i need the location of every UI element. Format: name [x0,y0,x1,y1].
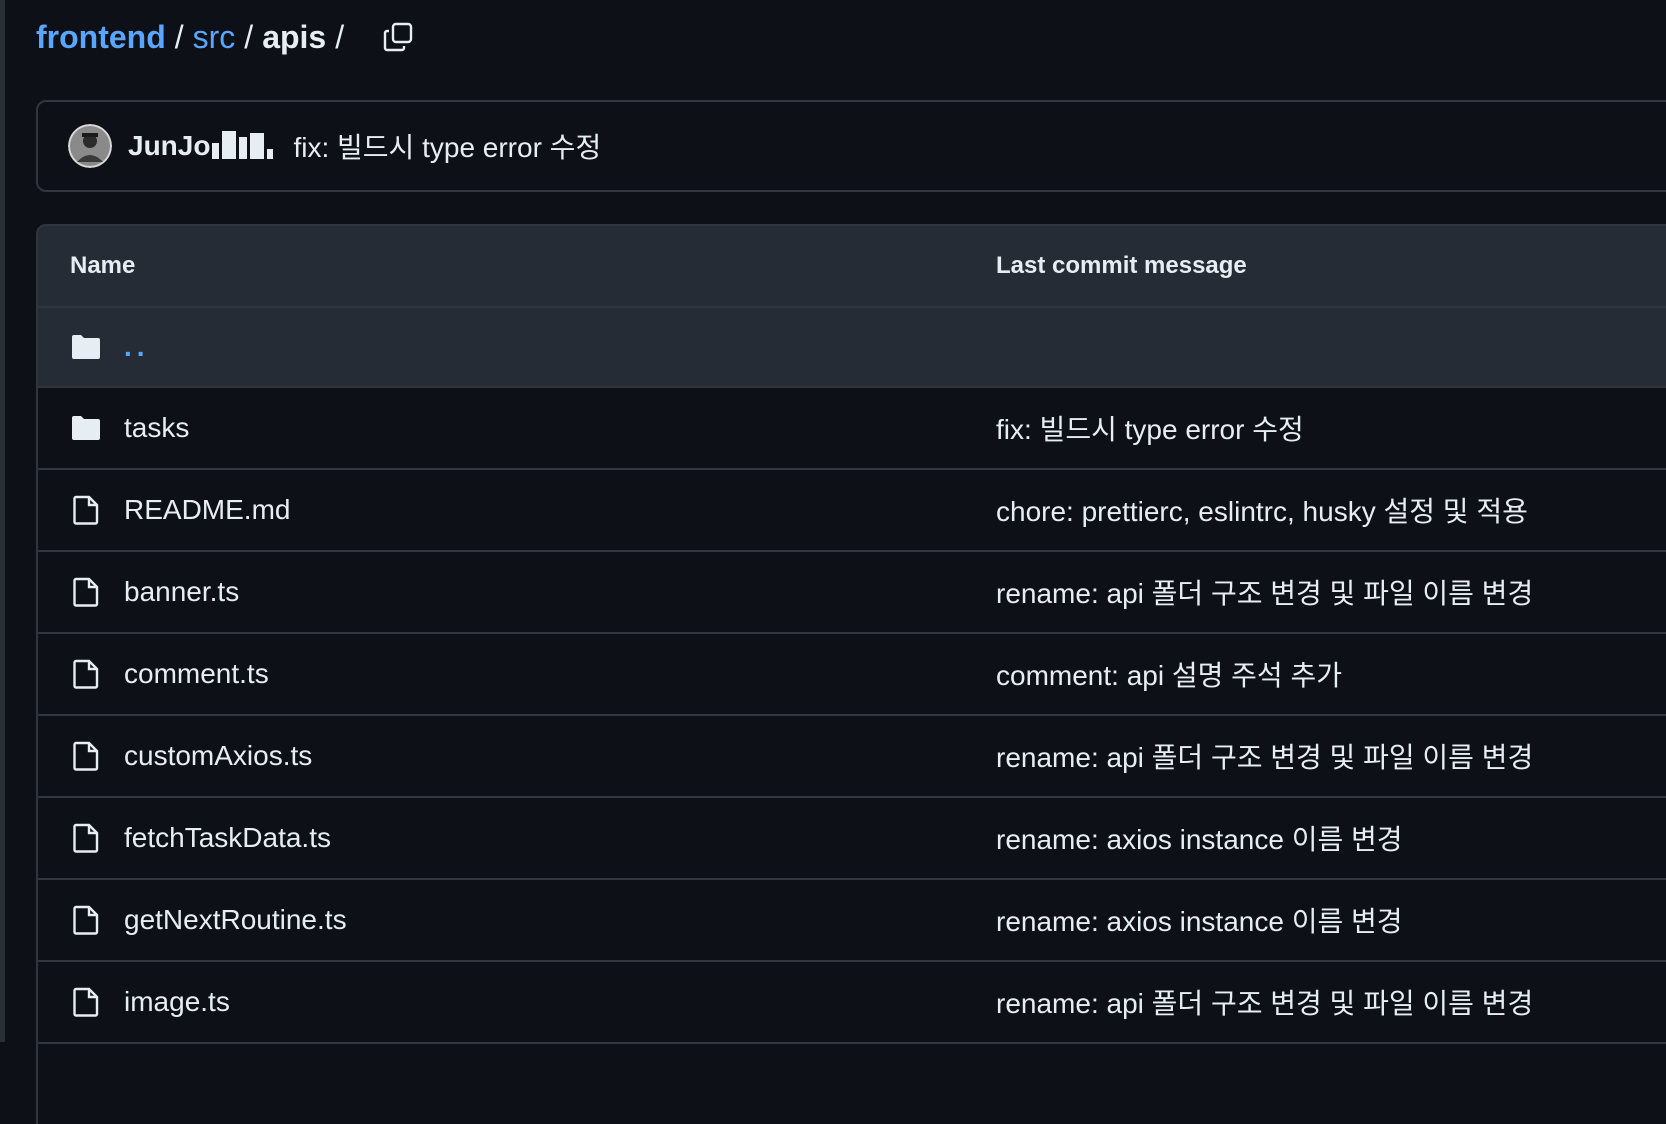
parent-directory-link[interactable]: .. [124,331,150,363]
table-row[interactable]: fetchTaskData.ts rename: axios instance 이… [38,798,1666,880]
file-name-link[interactable]: tasks [124,412,189,444]
breadcrumb-frontend[interactable]: frontend [36,19,166,56]
commit-message-link[interactable]: rename: api 폴더 구조 변경 및 파일 이름 변경 [996,982,1533,1022]
commit-message-link[interactable]: rename: api 폴더 구조 변경 및 파일 이름 변경 [996,572,1533,612]
column-header-message: Last commit message [996,252,1247,279]
left-divider [0,0,5,1042]
breadcrumb-apis: apis [262,18,327,55]
copy-icon [383,22,413,52]
redacted-name-marks [212,131,274,159]
folder-icon [70,412,102,444]
table-row[interactable]: image.ts rename: api 폴더 구조 변경 및 파일 이름 변경 [38,962,1666,1044]
file-icon [70,658,102,690]
file-icon [70,576,102,608]
table-row[interactable]: comment.ts comment: api 설명 주석 추가 [38,634,1666,716]
table-row[interactable]: README.md chore: prettierc, eslintrc, hus… [38,470,1666,552]
column-header-name: Name [70,252,136,279]
file-table: Name Last commit message .. tasks fix: 빌드… [36,224,1666,1124]
file-name-link[interactable]: customAxios.ts [124,740,312,772]
commit-message-link[interactable]: rename: axios instance 이름 변경 [996,900,1403,940]
file-name-link[interactable]: image.ts [124,986,230,1018]
commit-message-link[interactable]: comment: api 설명 주석 추가 [996,654,1342,694]
file-icon [70,740,102,772]
table-row[interactable]: tasks fix: 빌드시 type error 수정 [38,388,1666,470]
folder-icon [70,331,102,363]
file-icon [70,986,102,1018]
author-avatar[interactable] [68,124,112,168]
file-icon [70,822,102,854]
table-row[interactable]: customAxios.ts rename: api 폴더 구조 변경 및 파일 … [38,716,1666,798]
file-icon [70,494,102,526]
breadcrumb: frontend / src / apis / [36,14,417,60]
parent-directory-row[interactable]: .. [38,308,1666,388]
commit-message-link[interactable]: rename: axios instance 이름 변경 [996,818,1403,858]
file-icon [70,904,102,936]
breadcrumb-separator: / [335,18,345,55]
commit-message-link[interactable]: fix: 빌드시 type error 수정 [996,408,1304,448]
table-row[interactable]: getNextRoutine.ts rename: axios instance … [38,880,1666,962]
table-header: Name Last commit message [38,226,1666,308]
copy-path-button[interactable] [379,18,417,56]
commit-message-link[interactable]: rename: api 폴더 구조 변경 및 파일 이름 변경 [996,736,1533,776]
file-name-link[interactable]: comment.ts [124,658,269,690]
breadcrumb-src[interactable]: src [193,19,236,56]
commit-author[interactable]: JunJo [128,130,274,162]
file-name-link[interactable]: README.md [124,494,290,526]
file-name-link[interactable]: getNextRoutine.ts [124,904,347,936]
table-row[interactable]: banner.ts rename: api 폴더 구조 변경 및 파일 이름 변경 [38,552,1666,634]
file-name-link[interactable]: banner.ts [124,576,239,608]
breadcrumb-separator: / [244,18,254,55]
commit-message[interactable]: fix: 빌드시 type error 수정 [293,126,601,166]
latest-commit-bar: JunJo fix: 빌드시 type error 수정 [36,100,1666,192]
file-name-link[interactable]: fetchTaskData.ts [124,822,331,854]
commit-message-link[interactable]: chore: prettierc, eslintrc, husky 설정 및 적… [996,490,1528,530]
breadcrumb-separator: / [174,18,184,55]
